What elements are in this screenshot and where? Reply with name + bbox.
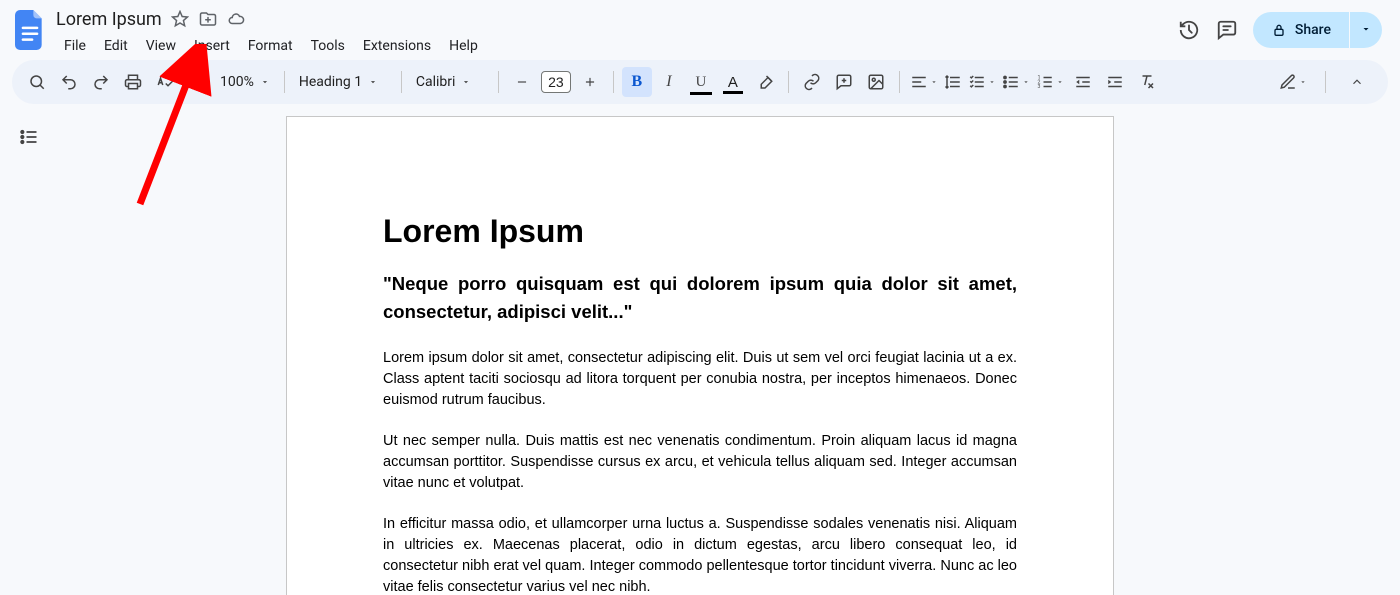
svg-text:3: 3 — [1037, 84, 1040, 90]
comments-icon[interactable] — [1215, 18, 1239, 42]
spellcheck-icon[interactable] — [150, 67, 180, 97]
indent-decrease-button[interactable] — [1068, 67, 1098, 97]
cloud-status-icon[interactable] — [226, 9, 246, 29]
paragraph-style-select[interactable]: Heading 1 — [293, 74, 393, 90]
font-size-decrease[interactable] — [507, 67, 537, 97]
share-button[interactable]: Share — [1253, 12, 1349, 48]
menu-tools[interactable]: Tools — [303, 34, 353, 58]
add-comment-icon[interactable] — [829, 67, 859, 97]
italic-button[interactable]: I — [654, 67, 684, 97]
menu-extensions[interactable]: Extensions — [355, 34, 439, 58]
move-icon[interactable] — [198, 9, 218, 29]
zoom-value: 100% — [220, 74, 254, 90]
document-page[interactable]: Lorem Ipsum "Neque porro quisquam est qu… — [286, 116, 1114, 595]
zoom-select[interactable]: 100% — [214, 74, 276, 90]
insert-image-icon[interactable] — [861, 67, 891, 97]
menu-file[interactable]: File — [56, 34, 94, 58]
doc-heading[interactable]: Lorem Ipsum — [383, 213, 1017, 250]
text-color-button[interactable]: A — [718, 67, 748, 97]
docs-logo[interactable] — [12, 6, 48, 54]
align-button[interactable] — [908, 73, 940, 91]
clear-formatting-button[interactable] — [1132, 67, 1162, 97]
doc-subtitle[interactable]: "Neque porro quisquam est qui dolorem ip… — [383, 270, 1017, 326]
undo-icon[interactable] — [54, 67, 84, 97]
highlight-button[interactable] — [750, 67, 780, 97]
bold-button[interactable]: B — [622, 67, 652, 97]
share-dropdown[interactable] — [1350, 12, 1382, 48]
history-icon[interactable] — [1177, 18, 1201, 42]
indent-increase-button[interactable] — [1100, 67, 1130, 97]
menu-help[interactable]: Help — [441, 34, 486, 58]
menu-edit[interactable]: Edit — [96, 34, 136, 58]
collapse-toolbar-icon[interactable] — [1342, 67, 1372, 97]
font-select[interactable]: Calibri — [410, 74, 490, 90]
editing-mode-button[interactable] — [1277, 73, 1309, 91]
paint-format-icon[interactable] — [182, 67, 212, 97]
doc-paragraph[interactable]: In efficitur massa odio, et ullamcorper … — [383, 514, 1017, 595]
checklist-button[interactable] — [966, 73, 998, 91]
menu-format[interactable]: Format — [240, 34, 301, 58]
search-icon[interactable] — [22, 67, 52, 97]
bulleted-list-button[interactable] — [1000, 73, 1032, 91]
print-icon[interactable] — [118, 67, 148, 97]
numbered-list-button[interactable]: 123 — [1034, 73, 1066, 91]
doc-paragraph[interactable]: Ut nec semper nulla. Duis mattis est nec… — [383, 431, 1017, 494]
underline-button[interactable]: U — [686, 67, 716, 97]
doc-paragraph[interactable]: Lorem ipsum dolor sit amet, consectetur … — [383, 348, 1017, 411]
outline-icon[interactable] — [14, 122, 44, 152]
line-spacing-button[interactable] — [942, 73, 964, 91]
doc-title[interactable]: Lorem Ipsum — [56, 9, 162, 30]
font-size-input[interactable] — [541, 71, 571, 93]
redo-icon[interactable] — [86, 67, 116, 97]
star-icon[interactable] — [170, 9, 190, 29]
menu-view[interactable]: View — [138, 34, 184, 58]
menu-insert[interactable]: Insert — [186, 34, 238, 58]
paragraph-style-value: Heading 1 — [299, 74, 362, 90]
insert-link-icon[interactable] — [797, 67, 827, 97]
share-label: Share — [1295, 22, 1331, 38]
toolbar: 100% Heading 1 Calibri B I U A — [12, 60, 1388, 104]
font-size-increase[interactable] — [575, 67, 605, 97]
font-value: Calibri — [416, 74, 456, 90]
